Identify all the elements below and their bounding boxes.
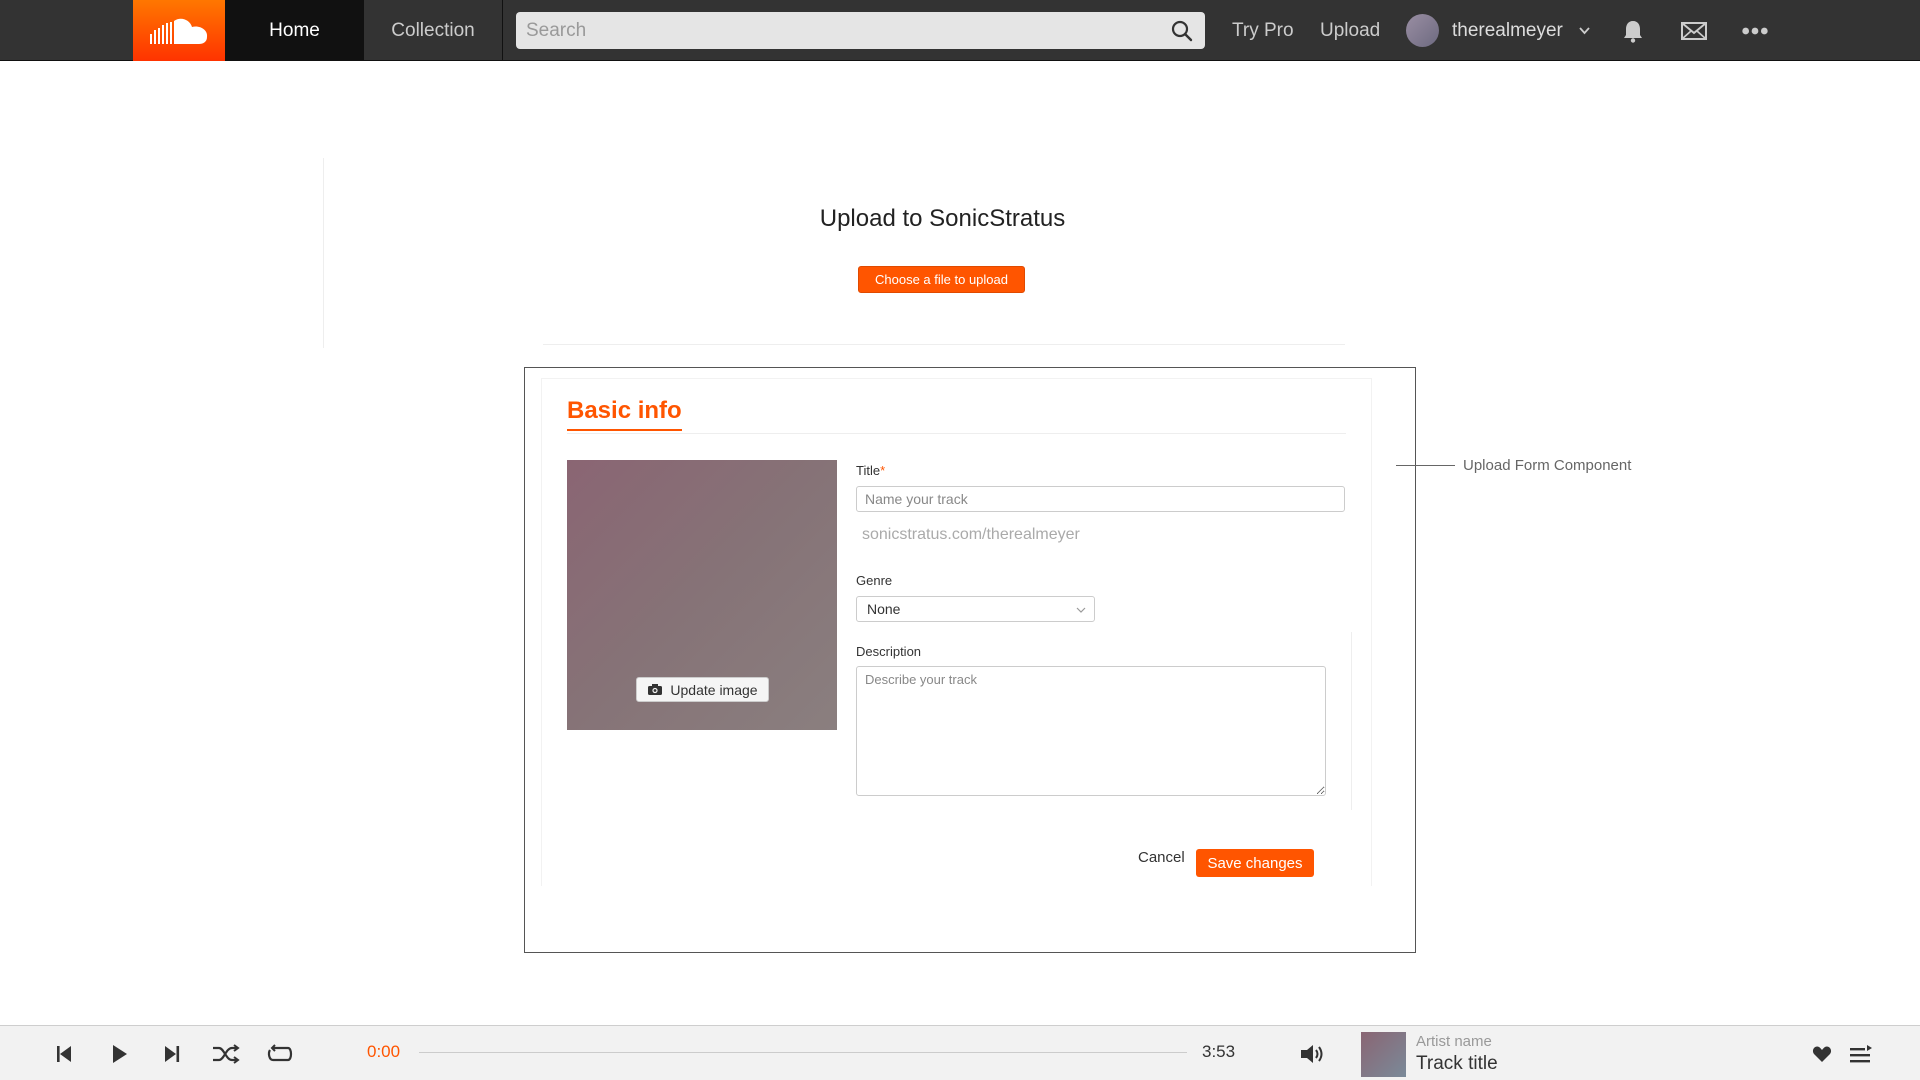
repeat-icon[interactable] [266,1040,294,1068]
play-icon[interactable] [105,1040,133,1068]
permalink-text[interactable]: sonicstratus.com/therealmeyer [862,526,1080,544]
divider [323,158,324,348]
page-title: Upload to SonicStratus [819,205,1066,232]
nav-collection[interactable]: Collection [364,0,503,61]
try-pro-link[interactable]: Try Pro [1232,0,1294,61]
bell-icon[interactable] [1619,17,1647,45]
genre-select[interactable]: None [856,596,1095,622]
description-field[interactable] [856,666,1326,796]
title-label: Title* [856,463,886,478]
username-menu[interactable]: therealmeyer [1452,0,1563,61]
upload-link[interactable]: Upload [1320,0,1380,61]
volume-icon[interactable] [1299,1040,1327,1068]
chevron-down-icon [1076,607,1086,613]
annotation-label: Upload Form Component [1463,457,1632,474]
divider [1351,632,1352,810]
annotation-line [1396,465,1455,466]
update-image-button[interactable]: Update image [636,677,769,702]
shuffle-icon[interactable] [212,1040,240,1068]
top-navigation: Home Collection Try Pro Upload therealme… [0,0,1920,61]
track-thumbnail[interactable] [1361,1032,1406,1077]
divider [543,344,1345,345]
progress-bar[interactable] [419,1052,1187,1053]
avatar[interactable] [1406,14,1439,47]
update-image-label: Update image [670,681,758,698]
nav-home[interactable]: Home [225,0,364,61]
mail-icon[interactable] [1680,17,1708,45]
search-bar [516,12,1205,49]
choose-file-button[interactable]: Choose a file to upload [858,266,1025,293]
current-time: 0:00 [367,1042,401,1061]
basic-info-tab[interactable]: Basic info [567,397,682,431]
genre-label: Genre [856,573,893,588]
chevron-down-icon[interactable] [1578,24,1591,37]
divider [567,433,1346,434]
heart-icon[interactable] [1808,1040,1836,1068]
genre-value: None [867,601,901,617]
track-title[interactable]: Track title [1416,1053,1498,1075]
skip-back-icon[interactable] [50,1040,78,1068]
duration: 3:53 [1202,1042,1236,1061]
cancel-button[interactable]: Cancel [1138,849,1185,866]
camera-icon [648,684,663,695]
skip-forward-icon[interactable] [158,1040,186,1068]
description-label: Description [856,644,922,659]
title-field[interactable] [856,486,1345,512]
search-input[interactable] [516,12,1205,49]
search-icon[interactable] [1171,20,1193,42]
more-icon[interactable] [1741,17,1769,45]
required-mark: * [880,463,886,478]
soundcloud-logo-icon[interactable] [133,0,225,61]
queue-icon[interactable] [1847,1040,1875,1068]
artist-name[interactable]: Artist name [1416,1033,1492,1050]
player-bar: 0:00 3:53 Artist name Track title [0,1025,1920,1080]
save-changes-button[interactable]: Save changes [1196,849,1314,877]
